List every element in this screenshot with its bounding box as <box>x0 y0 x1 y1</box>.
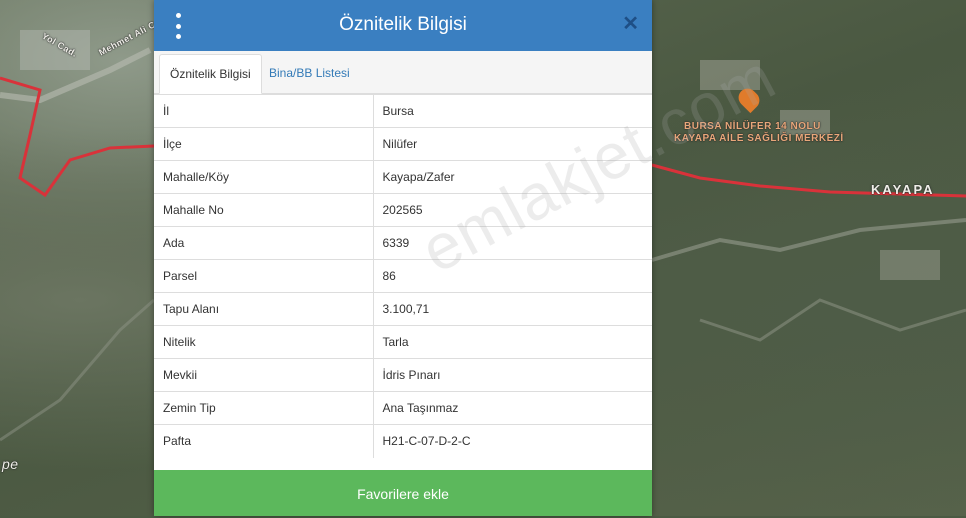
close-icon[interactable]: ✕ <box>622 14 639 34</box>
table-row: Mahalle/Köy Kayapa/Zafer <box>154 160 652 194</box>
attribute-panel: Öznitelik Bilgisi ✕ Öznitelik Bilgisi Bi… <box>154 0 787 516</box>
panel-title: Öznitelik Bilgisi <box>339 14 467 35</box>
table-row: Ada 6339 <box>154 226 652 260</box>
attribute-value: 202565 <box>373 193 652 227</box>
table-row: Mahalle No 202565 <box>154 193 652 227</box>
table-row: Nitelik Tarla <box>154 325 652 359</box>
attribute-value: 86 <box>373 259 652 293</box>
attribute-key: İlçe <box>154 127 374 161</box>
attribute-value: İdris Pınarı <box>373 358 652 392</box>
attribute-key: Tapu Alanı <box>154 292 374 326</box>
table-row: İl Bursa <box>154 94 652 128</box>
tab-attribute-info[interactable]: Öznitelik Bilgisi <box>159 54 262 94</box>
attribute-key: Mahalle/Köy <box>154 160 374 194</box>
attribute-table: İl Bursa İlçe Nilüfer Mahalle/Köy Kayapa/Zafe… <box>154 94 652 458</box>
edge-label: pe <box>2 456 19 472</box>
attribute-key: Ada <box>154 226 374 260</box>
attribute-value: Ana Taşınmaz <box>373 391 652 425</box>
attribute-key: Parsel <box>154 259 374 293</box>
attribute-value: Bursa <box>373 94 652 128</box>
attribute-key: Mevkii <box>154 358 374 392</box>
neighborhood-label: KAYAPA <box>871 182 935 197</box>
attribute-value: 6339 <box>373 226 652 260</box>
poi-label-line2: KAYAPA AİLE SAĞLIĞI MERKEZİ <box>674 133 844 144</box>
attribute-key: İl <box>154 94 374 128</box>
table-row: Pafta H21-C-07-D-2-C <box>154 424 652 458</box>
attribute-key: Pafta <box>154 424 374 458</box>
tab-building-list[interactable]: Bina/BB Listesi <box>259 54 360 93</box>
attribute-value: 3.100,71 <box>373 292 652 326</box>
table-row: Parsel 86 <box>154 259 652 293</box>
attribute-value: Kayapa/Zafer <box>373 160 652 194</box>
table-row: İlçe Nilüfer <box>154 127 652 161</box>
poi-label-line1: BURSA NİLÜFER 14 NOLU <box>684 121 821 132</box>
attribute-key: Nitelik <box>154 325 374 359</box>
attribute-key: Mahalle No <box>154 193 374 227</box>
tab-bar: Öznitelik Bilgisi Bina/BB Listesi <box>154 51 652 94</box>
table-row: Tapu Alanı 3.100,71 <box>154 292 652 326</box>
attribute-value: Nilüfer <box>373 127 652 161</box>
panel-header: Öznitelik Bilgisi ✕ <box>154 0 652 51</box>
table-row: Mevkii İdris Pınarı <box>154 358 652 392</box>
attribute-value: Tarla <box>373 325 652 359</box>
attribute-value: H21-C-07-D-2-C <box>373 424 652 458</box>
attribute-key: Zemin Tip <box>154 391 374 425</box>
table-row: Zemin Tip Ana Taşınmaz <box>154 391 652 425</box>
add-to-favorites-button[interactable]: Favorilere ekle <box>154 470 652 516</box>
